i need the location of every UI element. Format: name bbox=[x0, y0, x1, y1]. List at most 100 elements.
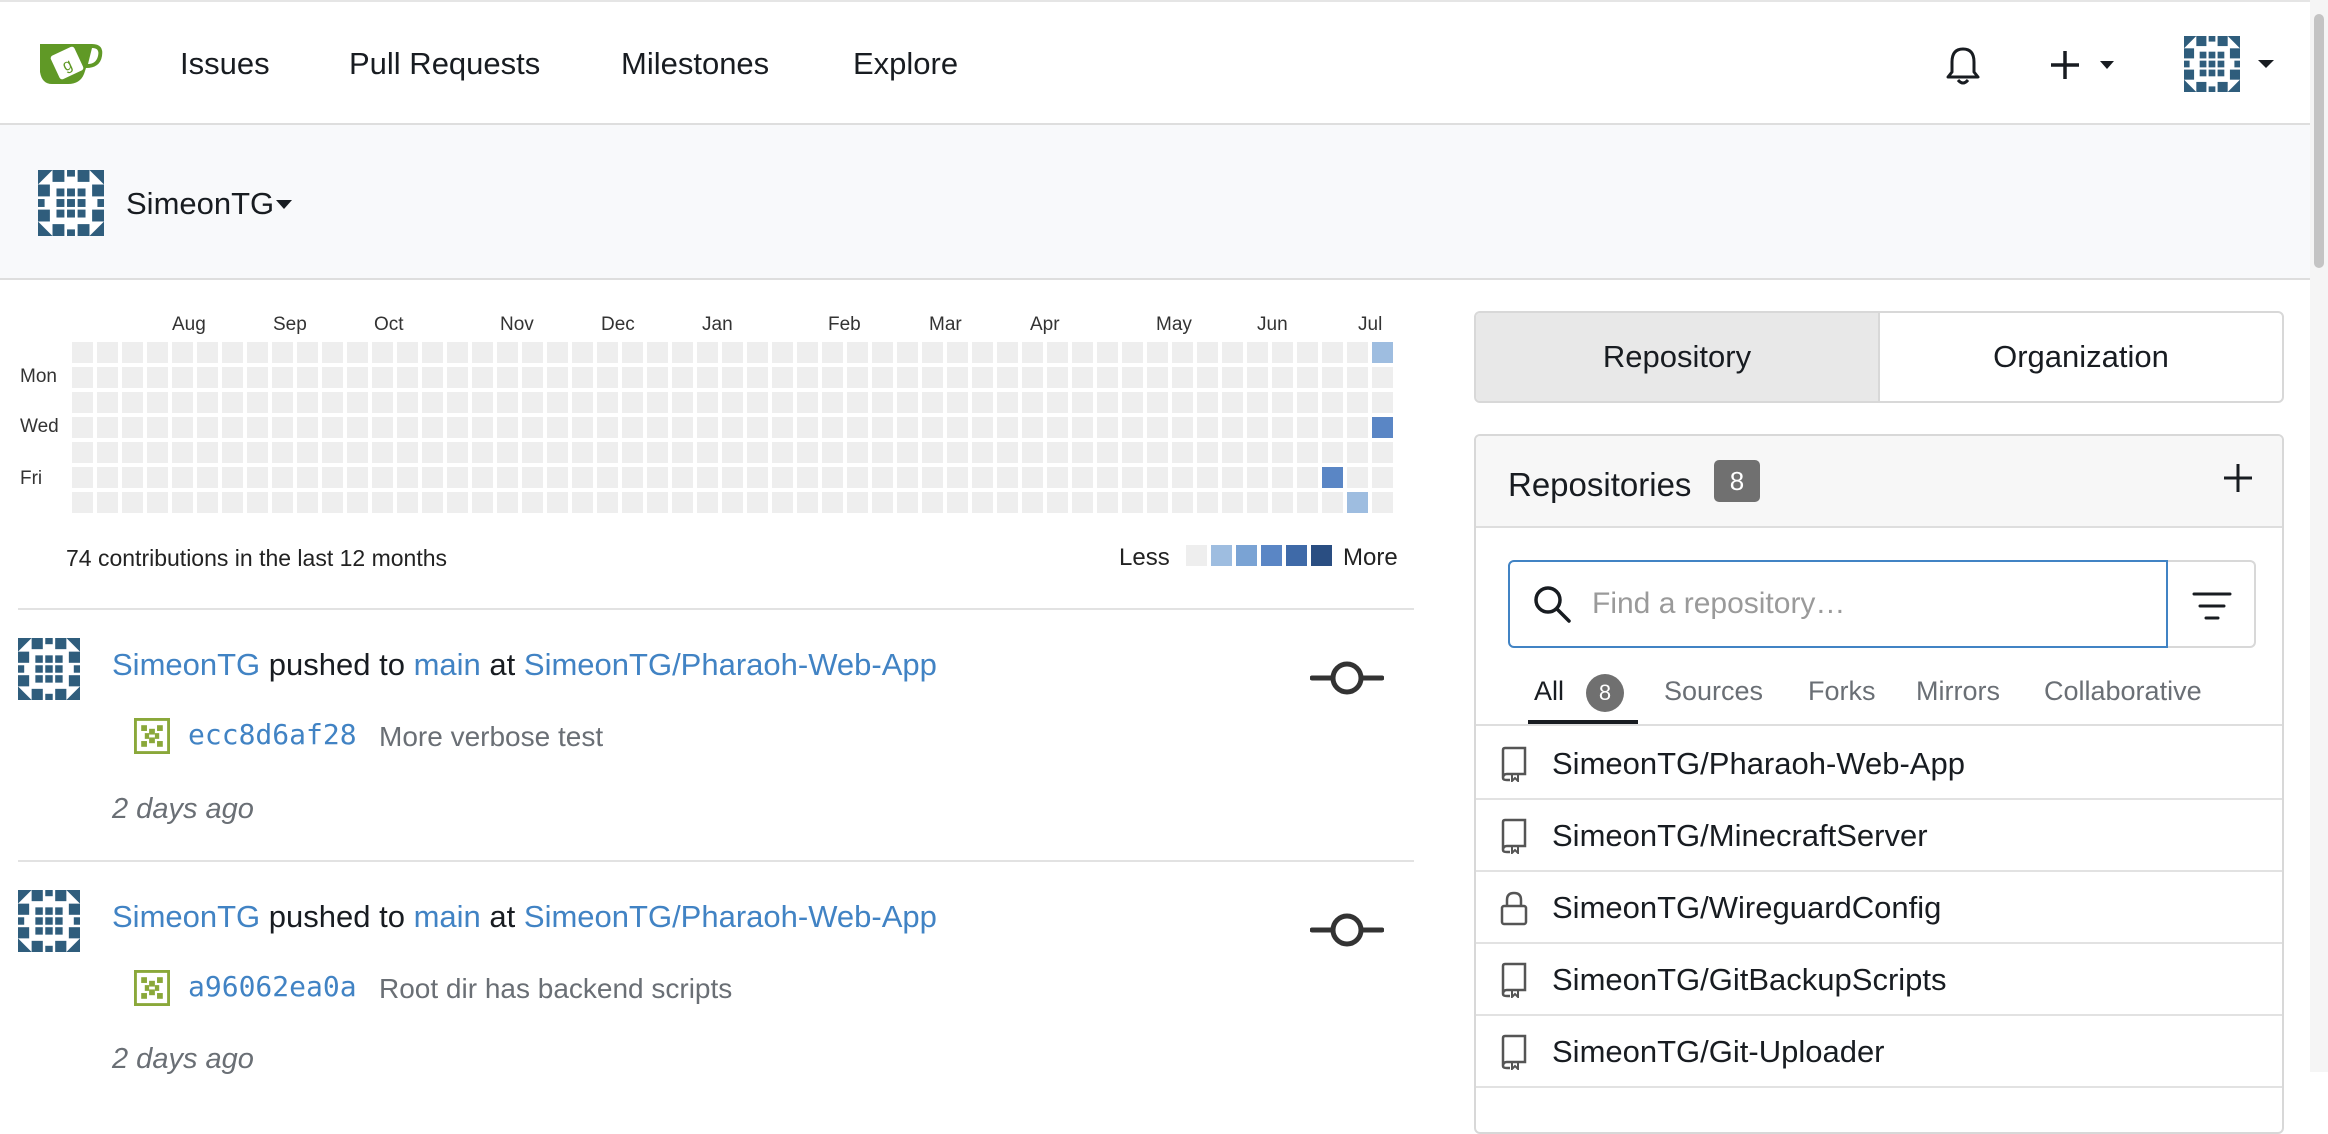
heatmap-cell[interactable] bbox=[522, 392, 543, 413]
heatmap-cell[interactable] bbox=[1347, 367, 1368, 388]
heatmap-cell[interactable] bbox=[747, 467, 768, 488]
heatmap-cell[interactable] bbox=[147, 342, 168, 363]
heatmap-cell[interactable] bbox=[797, 442, 818, 463]
heatmap-cell[interactable] bbox=[547, 392, 568, 413]
heatmap-cell[interactable] bbox=[672, 392, 693, 413]
heatmap-cell[interactable] bbox=[1172, 442, 1193, 463]
heatmap-cell[interactable] bbox=[347, 492, 368, 513]
heatmap-cell[interactable] bbox=[322, 467, 343, 488]
heatmap-cell[interactable] bbox=[447, 467, 468, 488]
heatmap-cell[interactable] bbox=[1172, 467, 1193, 488]
heatmap-cell[interactable] bbox=[547, 417, 568, 438]
heatmap-cell[interactable] bbox=[897, 417, 918, 438]
heatmap-cell[interactable] bbox=[147, 492, 168, 513]
heatmap-cell[interactable] bbox=[672, 417, 693, 438]
heatmap-cell[interactable] bbox=[972, 442, 993, 463]
heatmap-cell[interactable] bbox=[697, 417, 718, 438]
heatmap-cell[interactable] bbox=[297, 417, 318, 438]
heatmap-cell[interactable] bbox=[222, 392, 243, 413]
context-user-switcher[interactable]: SimeonTG bbox=[126, 186, 274, 222]
heatmap-cell[interactable] bbox=[722, 392, 743, 413]
heatmap-cell[interactable] bbox=[1272, 342, 1293, 363]
heatmap-cell[interactable] bbox=[1122, 492, 1143, 513]
heatmap-cell[interactable] bbox=[747, 342, 768, 363]
heatmap-cell[interactable] bbox=[622, 467, 643, 488]
heatmap-cell[interactable] bbox=[372, 492, 393, 513]
repo-search-input[interactable] bbox=[1508, 560, 2168, 648]
heatmap-cell[interactable] bbox=[572, 392, 593, 413]
heatmap-cell[interactable] bbox=[247, 442, 268, 463]
nav-milestones[interactable]: Milestones bbox=[621, 46, 769, 82]
heatmap-cell[interactable] bbox=[1222, 342, 1243, 363]
heatmap-cell[interactable] bbox=[372, 467, 393, 488]
heatmap-cell[interactable] bbox=[797, 367, 818, 388]
heatmap-cell[interactable] bbox=[72, 342, 93, 363]
heatmap-cell[interactable] bbox=[547, 342, 568, 363]
plus-icon[interactable] bbox=[2220, 460, 2256, 496]
heatmap-cell[interactable] bbox=[322, 442, 343, 463]
heatmap-cell[interactable] bbox=[572, 342, 593, 363]
heatmap-cell[interactable] bbox=[1097, 342, 1118, 363]
heatmap-cell[interactable] bbox=[97, 342, 118, 363]
heatmap-cell[interactable] bbox=[1322, 342, 1343, 363]
heatmap-cell[interactable] bbox=[1297, 342, 1318, 363]
heatmap-cell[interactable] bbox=[722, 442, 743, 463]
heatmap-cell[interactable] bbox=[472, 492, 493, 513]
heatmap-cell[interactable] bbox=[247, 367, 268, 388]
heatmap-cell[interactable] bbox=[122, 467, 143, 488]
heatmap-cell[interactable] bbox=[722, 367, 743, 388]
heatmap-cell[interactable] bbox=[72, 492, 93, 513]
heatmap-cell[interactable] bbox=[622, 442, 643, 463]
heatmap-cell[interactable] bbox=[172, 342, 193, 363]
repo-list-item[interactable]: SimeonTG/GitBackupScripts bbox=[1476, 944, 2282, 1016]
heatmap-cell[interactable] bbox=[1097, 417, 1118, 438]
heatmap-cell[interactable] bbox=[1322, 392, 1343, 413]
heatmap-cell[interactable] bbox=[672, 467, 693, 488]
heatmap-cell[interactable] bbox=[1247, 392, 1268, 413]
heatmap-cell[interactable] bbox=[1322, 417, 1343, 438]
heatmap-cell[interactable] bbox=[972, 392, 993, 413]
heatmap-cell[interactable] bbox=[822, 442, 843, 463]
heatmap-cell[interactable] bbox=[897, 467, 918, 488]
heatmap-cell[interactable] bbox=[1297, 392, 1318, 413]
heatmap-cell[interactable] bbox=[522, 342, 543, 363]
heatmap-cell[interactable] bbox=[647, 467, 668, 488]
heatmap-cell[interactable] bbox=[97, 492, 118, 513]
heatmap-cell[interactable] bbox=[122, 492, 143, 513]
heatmap-cell[interactable] bbox=[297, 392, 318, 413]
heatmap-cell[interactable] bbox=[322, 342, 343, 363]
heatmap-cell[interactable] bbox=[1097, 392, 1118, 413]
heatmap-cell[interactable] bbox=[522, 442, 543, 463]
heatmap-cell[interactable] bbox=[472, 392, 493, 413]
heatmap-cell[interactable] bbox=[1197, 367, 1218, 388]
heatmap-cell[interactable] bbox=[572, 417, 593, 438]
heatmap-cell[interactable] bbox=[697, 392, 718, 413]
heatmap-cell[interactable] bbox=[922, 367, 943, 388]
heatmap-cell[interactable] bbox=[897, 492, 918, 513]
heatmap-cell[interactable] bbox=[747, 392, 768, 413]
heatmap-cell[interactable] bbox=[772, 492, 793, 513]
heatmap-cell[interactable] bbox=[397, 342, 418, 363]
heatmap-cell[interactable] bbox=[1122, 442, 1143, 463]
heatmap-cell[interactable] bbox=[647, 442, 668, 463]
heatmap-cell[interactable] bbox=[347, 442, 368, 463]
heatmap-cell[interactable] bbox=[847, 467, 868, 488]
heatmap-cell[interactable] bbox=[97, 442, 118, 463]
heatmap-cell[interactable] bbox=[497, 342, 518, 363]
heatmap-cell[interactable] bbox=[97, 392, 118, 413]
heatmap-cell[interactable] bbox=[972, 342, 993, 363]
heatmap-cell[interactable] bbox=[172, 442, 193, 463]
heatmap-cell[interactable] bbox=[1372, 417, 1393, 438]
heatmap-cell[interactable] bbox=[947, 392, 968, 413]
heatmap-cell[interactable] bbox=[822, 417, 843, 438]
commit-sha-link[interactable]: ecc8d6af28 bbox=[188, 718, 357, 751]
heatmap-cell[interactable] bbox=[1322, 492, 1343, 513]
heatmap-cell[interactable] bbox=[897, 392, 918, 413]
heatmap-cell[interactable] bbox=[172, 492, 193, 513]
heatmap-cell[interactable] bbox=[547, 467, 568, 488]
heatmap-cell[interactable] bbox=[1147, 442, 1168, 463]
heatmap-cell[interactable] bbox=[822, 492, 843, 513]
heatmap-cell[interactable] bbox=[1097, 442, 1118, 463]
heatmap-cell[interactable] bbox=[472, 417, 493, 438]
heatmap-cell[interactable] bbox=[622, 342, 643, 363]
